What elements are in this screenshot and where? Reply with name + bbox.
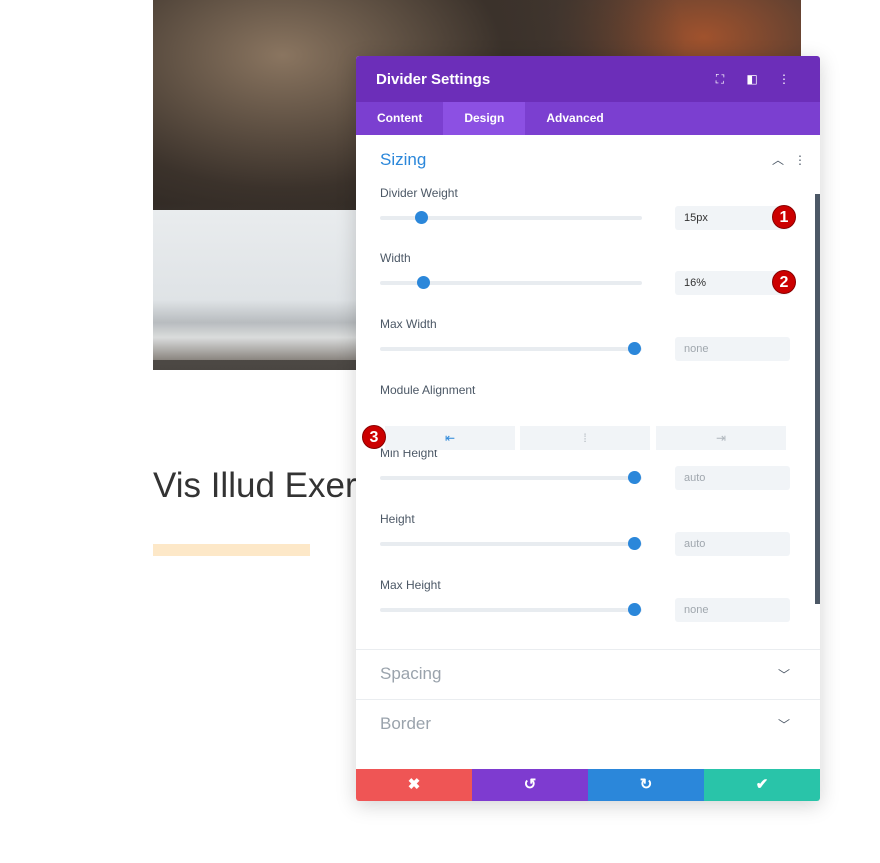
split-view-icon[interactable]: ◧	[736, 72, 768, 86]
redo-button[interactable]: ↻	[588, 769, 704, 801]
slider-handle[interactable]	[628, 471, 642, 484]
section-border[interactable]: Border ﹀	[356, 699, 820, 749]
slider[interactable]	[380, 342, 642, 355]
slider-handle[interactable]	[628, 603, 642, 616]
align-center-button[interactable]: ⁞	[520, 426, 650, 450]
slider[interactable]	[380, 603, 642, 616]
panel-title: Divider Settings	[376, 70, 491, 88]
field-label: Max Height	[380, 578, 441, 592]
slider[interactable]	[380, 537, 642, 550]
field-label: Width	[380, 251, 411, 265]
value-input[interactable]: none	[675, 337, 790, 361]
panel-footer: ✖ ↺ ↻ ✔	[356, 769, 820, 801]
panel-header: Divider Settings ⛶ ◧ ⋮	[356, 56, 820, 102]
slider[interactable]	[380, 276, 642, 289]
undo-button[interactable]: ↺	[472, 769, 588, 801]
slider[interactable]	[380, 471, 642, 484]
annotation-badge: 1	[772, 205, 796, 229]
section-title: Border	[380, 714, 432, 733]
slider-handle[interactable]	[628, 537, 642, 550]
align-right-button[interactable]: ⇥	[656, 426, 786, 450]
field-label: Height	[380, 512, 415, 526]
chevron-down-icon: ﹀	[777, 668, 790, 682]
more-icon[interactable]: ⋮	[768, 72, 800, 86]
value-input[interactable]: auto	[675, 532, 790, 556]
value-input[interactable]: none	[675, 598, 790, 622]
page-heading: Vis Illud Exer	[153, 466, 357, 505]
field-label: Divider Weight	[380, 186, 458, 200]
book-image	[153, 210, 363, 360]
value-input[interactable]: auto	[675, 466, 790, 490]
annotation-badge: 3	[362, 425, 386, 449]
divider-settings-panel: Divider Settings ⛶ ◧ ⋮ Content Design Ad…	[356, 56, 820, 801]
save-button[interactable]: ✔	[704, 769, 820, 801]
annotation-badge: 2	[772, 270, 796, 294]
align-left-button[interactable]: ⇤	[385, 426, 515, 450]
tab-design[interactable]: Design	[443, 102, 526, 135]
field-label: Module Alignment	[380, 383, 476, 397]
section-controls: ︿ ⋮	[772, 151, 806, 168]
tab-content[interactable]: Content	[356, 102, 443, 135]
tab-advanced[interactable]: Advanced	[525, 102, 624, 135]
field-label: Max Width	[380, 317, 437, 331]
section-title: Spacing	[380, 664, 442, 683]
more-icon[interactable]: ⋮	[794, 153, 806, 167]
slider-handle[interactable]	[417, 276, 431, 289]
section-title-sizing[interactable]: Sizing	[380, 150, 426, 170]
cancel-button[interactable]: ✖	[356, 769, 472, 801]
chevron-down-icon: ﹀	[777, 718, 790, 732]
slider[interactable]	[380, 211, 642, 224]
scrollbar[interactable]	[815, 194, 820, 604]
divider-preview	[153, 544, 310, 556]
slider-handle[interactable]	[414, 211, 428, 224]
fullscreen-icon[interactable]: ⛶	[704, 72, 736, 87]
slider-handle[interactable]	[628, 342, 642, 355]
panel-body: Sizing ︿ ⋮ Divider Weight 15px 1 Width 16…	[356, 135, 820, 769]
chevron-up-icon[interactable]: ︿	[772, 153, 784, 167]
section-spacing[interactable]: Spacing ﹀	[356, 649, 820, 699]
panel-tabs: Content Design Advanced	[356, 102, 820, 135]
